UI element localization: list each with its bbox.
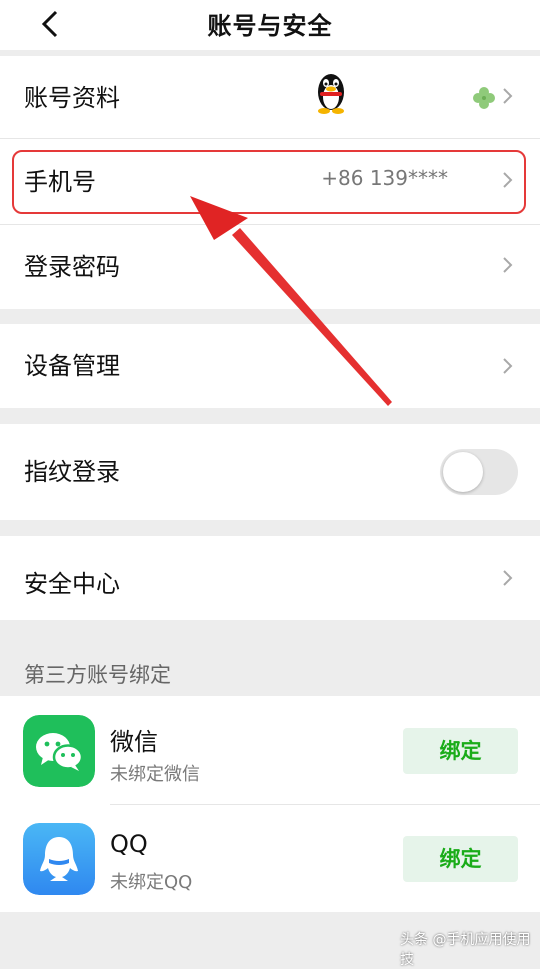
device-section: 设备管理 [0,324,540,408]
chevron-right-icon [503,358,513,374]
row-device-management[interactable]: 设备管理 [0,324,540,408]
page-title: 账号与安全 [207,12,333,40]
clover-icon [473,87,495,109]
third-party-section-title: 第三方账号绑定 [24,663,171,687]
row-label: 登录密码 [24,253,120,281]
chevron-right-icon [503,257,513,273]
qq-icon [23,823,95,895]
fingerprint-login-label: 指纹登录 [24,458,120,486]
phone-row-highlight-box [12,150,526,214]
row-account-profile[interactable]: 账号资料 [0,56,540,140]
row-label: 设备管理 [24,352,120,380]
chevron-right-icon [503,88,513,104]
bind-qq-button[interactable]: 绑定 [403,836,518,882]
fingerprint-toggle[interactable] [440,449,518,495]
wechat-bind-status: 未绑定微信 [110,764,200,785]
chevron-right-icon [503,570,513,586]
qq-bind-status: 未绑定QQ [110,872,193,893]
row-label: 账号资料 [24,84,120,112]
row-label: 安全中心 [24,570,120,598]
toggle-knob [443,452,483,492]
qq-penguin-icon [318,74,344,114]
third-party-section: 微信 未绑定微信 绑定 QQ 未绑定QQ 绑定 [0,696,540,912]
wechat-icon [23,715,95,787]
bind-wechat-button[interactable]: 绑定 [403,728,518,774]
watermark: 头条 @手机应用使用技 [400,932,531,968]
wechat-name: 微信 [110,728,158,756]
row-security-center[interactable]: 安全中心 [0,536,540,620]
divider [0,138,540,139]
security-center-section: 安全中心 [0,536,540,620]
row-login-password[interactable]: 登录密码 [0,225,540,309]
qq-name: QQ [110,830,148,858]
divider [110,804,540,805]
header-bar: 账号与安全 [0,0,540,50]
